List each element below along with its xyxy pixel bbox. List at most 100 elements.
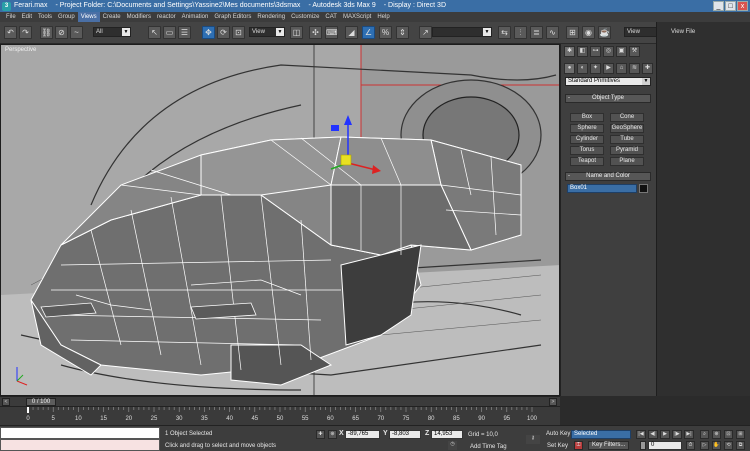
track-bar[interactable]: 0 5 10 15 20 25 30 35 40 45 50 55 60 65 70 75 80 85 90 95 10… <box>0 406 560 425</box>
lights-icon[interactable]: ✦ <box>590 63 601 74</box>
curve-editor-icon[interactable]: ∿ <box>546 26 559 39</box>
maximize-viewport-icon[interactable]: ⧉ <box>736 441 745 450</box>
teapot-button[interactable]: Teapot <box>570 157 604 166</box>
close-button[interactable]: x <box>737 1 748 11</box>
y-coord-field[interactable]: -8,803 <box>389 430 421 439</box>
go-to-start-icon[interactable]: |◀ <box>636 430 646 439</box>
primitive-category-dropdown[interactable]: Standard Primitives ▼ <box>565 77 651 86</box>
key-filters-button[interactable]: Key Filters... <box>588 441 630 450</box>
mirror-icon[interactable]: ⇆ <box>498 26 511 39</box>
select-and-move-icon[interactable]: ✥ <box>202 26 215 39</box>
pyramid-button[interactable]: Pyramid <box>610 146 644 155</box>
menu-reactor[interactable]: reactor <box>154 12 179 22</box>
viewport-label[interactable]: Perspective <box>5 47 36 53</box>
set-key-button[interactable]: Set Key <box>547 443 568 449</box>
menu-cat[interactable]: CAT <box>322 12 340 22</box>
undo-icon[interactable]: ↶ <box>4 26 17 39</box>
perspective-viewport[interactable]: Perspective <box>0 44 560 396</box>
z-coord-field[interactable]: 14,953 <box>431 430 463 439</box>
name-and-color-rollout-header[interactable]: - Name and Color <box>565 172 651 181</box>
previous-frame-icon[interactable]: < <box>2 398 10 406</box>
absolute-mode-icon[interactable]: ⊕ <box>328 430 337 439</box>
keyboard-shortcut-toggle-icon[interactable]: ⌨ <box>325 26 338 39</box>
select-and-scale-icon[interactable]: ⊡ <box>232 26 245 39</box>
menu-group[interactable]: Group <box>55 12 78 22</box>
box-button[interactable]: Box <box>570 113 604 122</box>
cameras-icon[interactable]: ▶ <box>603 63 614 74</box>
menu-animation[interactable]: Animation <box>179 12 212 22</box>
time-slider[interactable]: < 0 / 100 > <box>0 396 560 406</box>
pivot-center-icon[interactable]: ◫ <box>290 26 303 39</box>
menu-rendering[interactable]: Rendering <box>254 12 288 22</box>
previous-key-icon[interactable]: ◀| <box>648 430 658 439</box>
named-selection-dropdown[interactable]: ▼ <box>432 27 492 37</box>
systems-icon[interactable]: ✚ <box>642 63 653 74</box>
menu-edit[interactable]: Edit <box>19 12 35 22</box>
field-of-view-icon[interactable]: ▷ <box>700 441 709 450</box>
play-icon[interactable]: ▶ <box>660 430 670 439</box>
align-icon[interactable]: ⫶ <box>514 26 527 39</box>
object-color-swatch[interactable] <box>639 184 648 193</box>
maximize-button[interactable]: □ <box>725 1 736 11</box>
selection-filter-dropdown[interactable]: All ▼ <box>93 27 131 37</box>
menu-customize[interactable]: Customize <box>288 12 322 22</box>
menu-views[interactable]: Views <box>77 12 100 22</box>
material-editor-icon[interactable]: ◉ <box>582 26 595 39</box>
set-key-icon[interactable]: ⚷ <box>526 435 540 444</box>
unlink-icon[interactable]: ⊘ <box>55 26 68 39</box>
angle-snap-icon[interactable]: ∠ <box>362 26 375 39</box>
select-by-name-icon[interactable]: ☰ <box>178 26 191 39</box>
select-manipulate-icon[interactable]: ✣ <box>309 26 322 39</box>
maxscript-listener-mini[interactable] <box>0 427 160 439</box>
geometry-icon[interactable]: ● <box>564 63 575 74</box>
zoom-all-icon[interactable]: ⊕ <box>712 430 721 439</box>
add-time-tag-button[interactable]: Add Time Tag <box>470 444 507 450</box>
reference-coord-dropdown[interactable]: View ▼ <box>249 27 285 37</box>
snaps-toggle-icon[interactable]: ◢ <box>345 26 358 39</box>
object-type-rollout-header[interactable]: - Object Type <box>565 94 651 103</box>
object-name-input[interactable]: Box01 <box>567 184 637 193</box>
helpers-icon[interactable]: ⌂ <box>616 63 627 74</box>
select-object-icon[interactable]: ↖ <box>148 26 161 39</box>
view-file-button[interactable]: View File <box>671 29 695 35</box>
select-region-icon[interactable]: ▭ <box>163 26 176 39</box>
select-and-rotate-icon[interactable]: ⟳ <box>217 26 230 39</box>
percent-snap-icon[interactable]: % <box>379 26 392 39</box>
menu-graph-editors[interactable]: Graph Editors <box>211 12 254 22</box>
space-warps-icon[interactable]: ≋ <box>629 63 640 74</box>
pan-view-icon[interactable]: ✋ <box>712 441 721 450</box>
maxscript-output-mini[interactable] <box>0 439 160 451</box>
bind-space-warp-icon[interactable]: ~ <box>70 26 83 39</box>
menu-modifiers[interactable]: Modifiers <box>124 12 154 22</box>
menu-help[interactable]: Help <box>374 12 392 22</box>
lock-selection-icon[interactable]: ✚ <box>316 430 325 439</box>
plane-button[interactable]: Plane <box>610 157 644 166</box>
menu-tools[interactable]: Tools <box>35 12 55 22</box>
shapes-icon[interactable]: ◐ <box>577 63 588 74</box>
menu-file[interactable]: File <box>3 12 19 22</box>
create-tab-icon[interactable]: ✱ <box>564 46 575 57</box>
auto-key-button[interactable]: Auto Key <box>546 431 570 437</box>
key-mode-dropdown[interactable]: Selected <box>571 430 631 439</box>
select-and-link-icon[interactable]: ⛓ <box>40 26 53 39</box>
arc-rotate-icon[interactable]: ⟲ <box>724 441 733 450</box>
go-to-end-icon[interactable]: ▶| <box>684 430 694 439</box>
redo-icon[interactable]: ↷ <box>19 26 32 39</box>
modify-tab-icon[interactable]: ◧ <box>577 46 588 57</box>
motion-tab-icon[interactable]: ◎ <box>603 46 614 57</box>
x-coord-field[interactable]: -89,765 <box>345 430 380 439</box>
geosphere-button[interactable]: GeoSphere <box>610 124 644 133</box>
current-frame-field[interactable]: 0 <box>648 441 682 450</box>
utilities-tab-icon[interactable]: ⚒ <box>629 46 640 57</box>
display-tab-icon[interactable]: ▣ <box>616 46 627 57</box>
time-configuration-icon[interactable]: ⏱ <box>686 441 695 450</box>
time-slider-thumb[interactable]: 0 / 100 <box>26 398 56 406</box>
cone-button[interactable]: Cone <box>610 113 644 122</box>
hierarchy-tab-icon[interactable]: ⊶ <box>590 46 601 57</box>
zoom-extents-icon[interactable]: ⊡ <box>724 430 733 439</box>
spinner-snap-icon[interactable]: ⇕ <box>396 26 409 39</box>
zoom-extents-all-icon[interactable]: ⊞ <box>736 430 745 439</box>
sphere-button[interactable]: Sphere <box>570 124 604 133</box>
zoom-icon[interactable]: ⌕ <box>700 430 709 439</box>
edit-named-selection-icon[interactable]: ↗ <box>419 26 432 39</box>
